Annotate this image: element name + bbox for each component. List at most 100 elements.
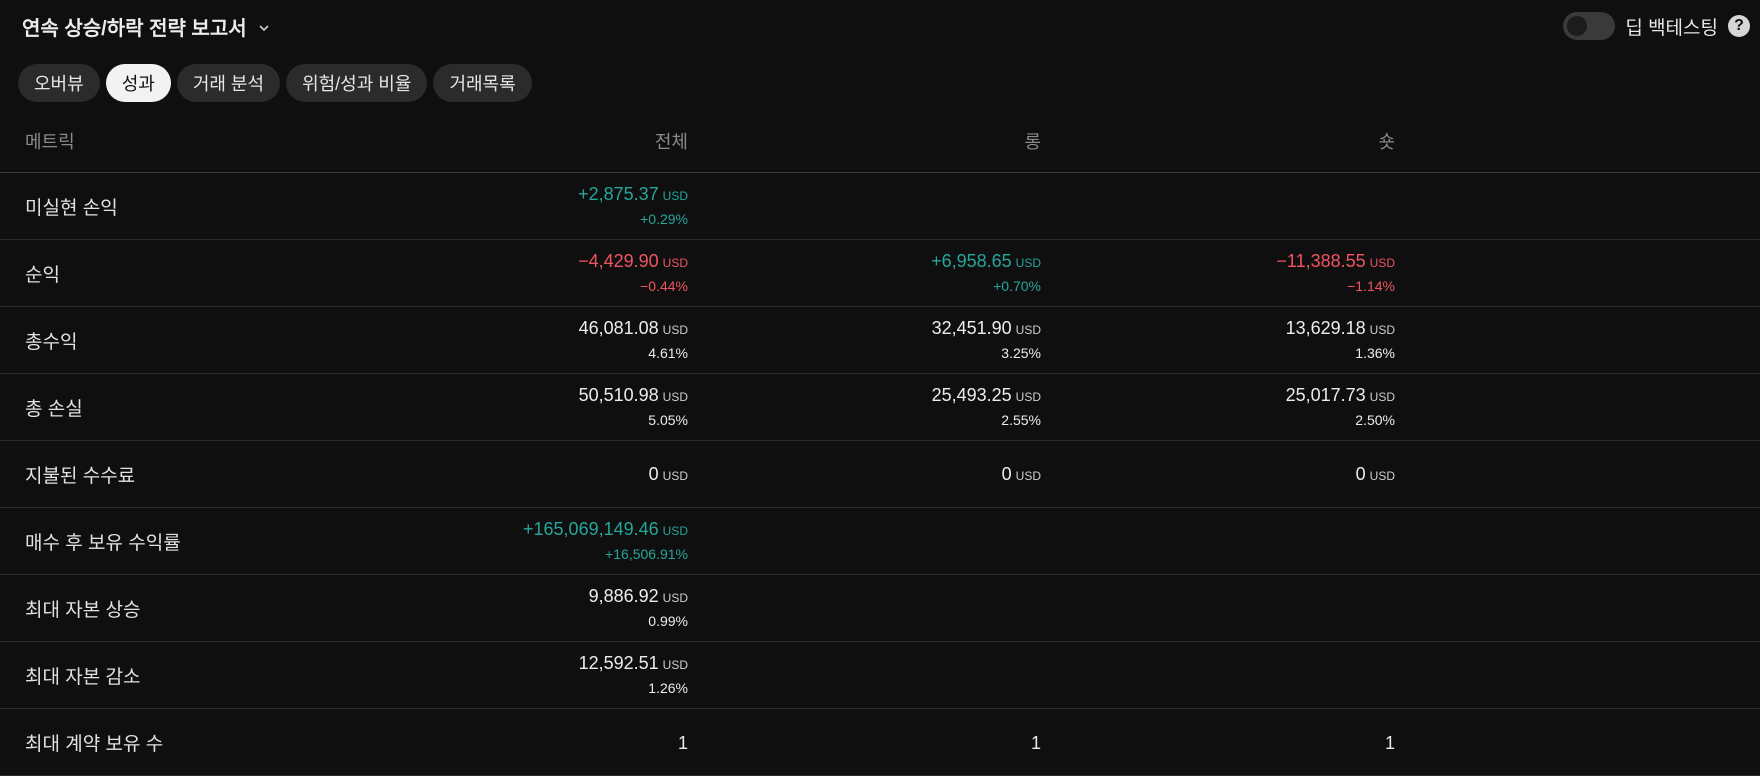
row-label: 매수 후 보유 수익률 bbox=[25, 533, 181, 554]
table-row: 순익 −4,429.90 USD −0.44% +6,958.65 USD +0.70% −1… bbox=[0, 240, 1760, 307]
cell-value: 1 bbox=[1385, 732, 1395, 754]
cell-all: 1 bbox=[428, 709, 688, 776]
table-row: 지불된 수수료 0 USD 0 USD 0 USD bbox=[0, 441, 1760, 508]
currency-unit: USD bbox=[1015, 256, 1041, 270]
cell-all: 12,592.51 USD 1.26% bbox=[428, 652, 688, 698]
cell-all: −4,429.90 USD −0.44% bbox=[428, 250, 688, 296]
cell-all: 0 USD bbox=[428, 441, 688, 508]
row-label: 최대 자본 감소 bbox=[25, 667, 141, 688]
value-amount: 25,493.25 bbox=[931, 385, 1012, 405]
value-amount: +2,875.37 bbox=[578, 184, 659, 204]
row-label: 최대 자본 상승 bbox=[25, 600, 141, 621]
cell-long: 1 bbox=[781, 709, 1041, 776]
cell-long: +6,958.65 USD +0.70% bbox=[781, 250, 1041, 296]
cell-long: 32,451.90 USD 3.25% bbox=[781, 317, 1041, 363]
cell-value: +165,069,149.46 USD bbox=[428, 518, 688, 542]
tab-risk-ratios[interactable]: 위험/성과 비율 bbox=[286, 64, 428, 102]
currency-unit: USD bbox=[662, 658, 688, 672]
table-row: 매수 후 보유 수익률 +165,069,149.46 USD +16,506.91% bbox=[0, 508, 1760, 575]
value-amount: 25,017.73 bbox=[1285, 385, 1366, 405]
toggle-knob bbox=[1567, 16, 1588, 36]
tab-overview[interactable]: 오버뷰 bbox=[18, 64, 100, 102]
cell-value: 12,592.51 USD bbox=[428, 652, 688, 676]
currency-unit: USD bbox=[662, 256, 688, 270]
cell-value: 0 USD bbox=[1002, 463, 1041, 487]
value-amount: −4,429.90 bbox=[578, 251, 659, 271]
report-tabs: 오버뷰 성과 거래 분석 위험/성과 비율 거래목록 bbox=[18, 64, 532, 102]
value-amount: −11,388.55 bbox=[1276, 251, 1366, 271]
cell-value: 25,017.73 USD bbox=[1135, 384, 1395, 408]
cell-all: 46,081.08 USD 4.61% bbox=[428, 317, 688, 363]
table-body: 미실현 손익 +2,875.37 USD +0.29% 순익 −4,429.90 USD −0… bbox=[0, 173, 1760, 776]
value-amount: 0 bbox=[1355, 463, 1366, 484]
table-row: 총수익 46,081.08 USD 4.61% 32,451.90 USD 3.25% 13,… bbox=[0, 307, 1760, 374]
value-amount: 32,451.90 bbox=[931, 318, 1012, 338]
table-row: 미실현 손익 +2,875.37 USD +0.29% bbox=[0, 173, 1760, 240]
value-amount: 0 bbox=[1001, 463, 1012, 484]
cell-short: 13,629.18 USD 1.36% bbox=[1135, 317, 1395, 363]
table-header: 메트릭 전체 롱 숏 bbox=[0, 116, 1760, 173]
cell-all: 50,510.98 USD 5.05% bbox=[428, 384, 688, 430]
cell-percent: −0.44% bbox=[640, 278, 688, 294]
cell-percent: +16,506.91% bbox=[605, 546, 688, 562]
value-amount: 12,592.51 bbox=[578, 653, 659, 673]
currency-unit: USD bbox=[662, 591, 688, 605]
cell-all: +165,069,149.46 USD +16,506.91% bbox=[428, 518, 688, 564]
table-row: 총 손실 50,510.98 USD 5.05% 25,493.25 USD 2.55% 25… bbox=[0, 374, 1760, 441]
cell-percent: 1.26% bbox=[648, 680, 688, 696]
table-row: 최대 자본 상승 9,886.92 USD 0.99% bbox=[0, 575, 1760, 642]
currency-unit: USD bbox=[1369, 390, 1395, 404]
cell-value: 0 USD bbox=[1356, 463, 1395, 487]
tab-performance[interactable]: 성과 bbox=[105, 64, 171, 102]
chevron-down-icon bbox=[259, 24, 269, 31]
currency-unit: USD bbox=[1369, 323, 1395, 337]
cell-short: −11,388.55 USD −1.14% bbox=[1135, 250, 1395, 296]
column-header-long: 롱 bbox=[1024, 132, 1041, 152]
cell-value: 46,081.08 USD bbox=[428, 317, 688, 341]
table-row: 최대 계약 보유 수 1 1 1 bbox=[0, 709, 1760, 776]
cell-value: −11,388.55 USD bbox=[1135, 250, 1395, 274]
currency-unit: USD bbox=[662, 189, 688, 203]
cell-value: −4,429.90 USD bbox=[428, 250, 688, 274]
cell-percent: +0.29% bbox=[640, 211, 688, 227]
currency-unit: USD bbox=[1369, 468, 1395, 483]
help-icon[interactable]: ? bbox=[1728, 15, 1750, 37]
value-amount: +165,069,149.46 bbox=[523, 519, 659, 539]
tab-trades-list[interactable]: 거래목록 bbox=[433, 64, 532, 102]
value-amount: 0 bbox=[648, 463, 659, 484]
value-amount: 50,510.98 bbox=[578, 385, 659, 405]
report-title: 연속 상승/하락 전략 보고서 bbox=[22, 18, 247, 40]
currency-unit: USD bbox=[1015, 390, 1041, 404]
currency-unit: USD bbox=[662, 390, 688, 404]
currency-unit: USD bbox=[662, 323, 688, 337]
cell-value: 32,451.90 USD bbox=[781, 317, 1041, 341]
report-title-dropdown[interactable]: 연속 상승/하락 전략 보고서 bbox=[22, 12, 271, 41]
performance-table: 메트릭 전체 롱 숏 미실현 손익 +2,875.37 USD +0.29% 순익 −4,… bbox=[0, 116, 1760, 776]
column-header-metric: 메트릭 bbox=[25, 132, 75, 152]
cell-short: 1 bbox=[1135, 709, 1395, 776]
currency-unit: USD bbox=[1015, 468, 1041, 483]
cell-value: 13,629.18 USD bbox=[1135, 317, 1395, 341]
cell-value: 50,510.98 USD bbox=[428, 384, 688, 408]
cell-value: 25,493.25 USD bbox=[781, 384, 1041, 408]
value-amount: 13,629.18 bbox=[1285, 318, 1366, 338]
currency-unit: USD bbox=[1015, 323, 1041, 337]
cell-percent: 0.99% bbox=[648, 613, 688, 629]
value-amount: 9,886.92 bbox=[588, 586, 659, 606]
table-row: 최대 자본 감소 12,592.51 USD 1.26% bbox=[0, 642, 1760, 709]
row-label: 총 손실 bbox=[25, 399, 83, 420]
row-label: 미실현 손익 bbox=[25, 198, 118, 219]
tab-trade-analysis[interactable]: 거래 분석 bbox=[176, 64, 281, 102]
cell-value: 1 bbox=[678, 732, 688, 754]
cell-percent: 4.61% bbox=[648, 345, 688, 361]
column-header-all: 전체 bbox=[654, 132, 688, 152]
deep-backtesting-controls: 딥 백테스팅 ? bbox=[1563, 12, 1750, 40]
row-label: 총수익 bbox=[25, 332, 78, 353]
cell-value: 0 USD bbox=[649, 463, 688, 487]
cell-value: +2,875.37 USD bbox=[428, 183, 688, 207]
currency-unit: USD bbox=[1369, 256, 1395, 270]
cell-percent: 2.55% bbox=[1001, 412, 1041, 428]
row-label: 지불된 수수료 bbox=[25, 466, 136, 487]
deep-backtesting-toggle[interactable] bbox=[1563, 12, 1616, 40]
cell-percent: +0.70% bbox=[993, 278, 1041, 294]
